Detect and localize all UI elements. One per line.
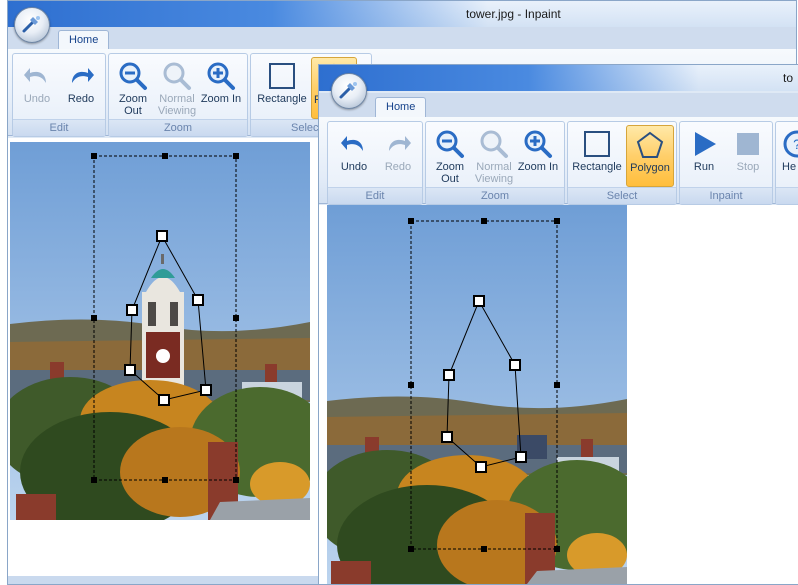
rectangle-icon (584, 131, 610, 157)
normal-viewing-button[interactable]: Normal Viewing (472, 125, 516, 185)
group-zoom: Zoom Out Normal Viewing Zoom In Zoom (108, 53, 248, 137)
group-zoom-label: Zoom (109, 119, 247, 136)
ribbon: Undo Redo Edit Zoom Out Normal Viewing Z… (319, 117, 798, 205)
app-menu-orb[interactable] (331, 73, 367, 109)
zoom-in-button[interactable]: Zoom In (199, 57, 243, 117)
group-help: ? He (775, 121, 798, 205)
rectangle-label: Rectangle (257, 93, 307, 105)
undo-button[interactable]: Undo (332, 125, 376, 185)
title-glow (8, 1, 488, 27)
group-select: Rectangle Polygon Select (567, 121, 677, 205)
group-edit-label: Edit (328, 187, 422, 204)
group-edit-label: Edit (13, 119, 105, 136)
zoom-out-icon (436, 130, 464, 158)
zoom-out-button[interactable]: Zoom Out (428, 125, 472, 185)
normal-viewing-button[interactable]: Normal Viewing (155, 57, 199, 117)
help-icon: ? (783, 130, 798, 158)
group-inpaint: Run Stop Inpaint (679, 121, 773, 205)
group-select-label: Select (568, 187, 676, 204)
app-logo-icon (339, 82, 357, 99)
zoom-in-label: Zoom In (517, 161, 559, 173)
window-title: tower.jpg - Inpaint (466, 7, 561, 21)
rectangle-button[interactable]: Rectangle (253, 57, 311, 117)
app-menu-orb[interactable] (14, 7, 50, 43)
stop-button[interactable]: Stop (726, 125, 770, 185)
redo-icon (72, 68, 94, 83)
zoom-in-icon (207, 62, 235, 90)
undo-button[interactable]: Undo (15, 57, 59, 117)
svg-text:?: ? (793, 136, 798, 152)
rectangle-button[interactable]: Rectangle (570, 125, 624, 185)
group-edit: Undo Redo Edit (327, 121, 423, 205)
app-logo-icon (22, 16, 40, 33)
normal-viewing-label: Normal Viewing (157, 93, 197, 117)
redo-icon (389, 136, 411, 151)
photo-svg (10, 142, 310, 520)
redo-label: Redo (384, 161, 412, 173)
zoom-out-button[interactable]: Zoom Out (111, 57, 155, 117)
polygon-button[interactable]: Polygon (626, 125, 674, 187)
photo-svg (327, 205, 627, 584)
group-help-label (776, 187, 798, 204)
stop-label: Stop (736, 161, 760, 173)
ribbon-tab-row: Home (8, 27, 796, 50)
image-canvas[interactable] (319, 205, 798, 584)
group-zoom: Zoom Out Normal Viewing Zoom In Zoom (425, 121, 565, 205)
image-canvas[interactable] (8, 138, 318, 584)
stop-icon (737, 133, 759, 155)
group-inpaint-label: Inpaint (680, 187, 772, 204)
undo-icon (24, 68, 46, 83)
title-glow (319, 65, 699, 91)
title-bar: to (319, 65, 798, 91)
rectangle-label: Rectangle (572, 161, 622, 173)
run-label: Run (693, 161, 715, 173)
title-bar: tower.jpg - Inpaint (8, 1, 796, 27)
zoom-out-icon (119, 62, 147, 90)
window-title: to (783, 71, 794, 85)
zoom-in-button[interactable]: Zoom In (516, 125, 560, 185)
help-label: He (782, 161, 797, 173)
play-icon (695, 132, 716, 156)
undo-label: Undo (23, 93, 51, 105)
undo-label: Undo (340, 161, 368, 173)
tab-home[interactable]: Home (375, 97, 427, 117)
undo-icon (341, 136, 363, 151)
group-edit: Undo Redo Edit (12, 53, 106, 137)
inpaint-window-front: to Home Undo Redo Edit Zoom Out Normal V… (318, 64, 798, 585)
magnifier-icon (163, 62, 191, 90)
run-button[interactable]: Run (682, 125, 726, 185)
zoom-out-label: Zoom Out (435, 161, 465, 185)
tower-removed-photo (327, 205, 627, 584)
zoom-out-label: Zoom Out (118, 93, 148, 117)
normal-viewing-label: Normal Viewing (474, 161, 514, 185)
help-button[interactable]: ? He (778, 125, 798, 185)
magnifier-icon (480, 130, 508, 158)
zoom-in-label: Zoom In (200, 93, 242, 105)
zoom-in-icon (524, 130, 552, 158)
polygon-label: Polygon (630, 162, 670, 174)
tab-home[interactable]: Home (58, 30, 110, 50)
group-zoom-label: Zoom (426, 187, 564, 204)
redo-label: Redo (67, 93, 95, 105)
ribbon-tab-row: Home (319, 93, 798, 117)
redo-button[interactable]: Redo (59, 57, 103, 117)
redo-button[interactable]: Redo (376, 125, 420, 185)
rectangle-icon (269, 63, 295, 89)
polygon-icon (636, 131, 664, 158)
tower-photo (10, 142, 310, 520)
